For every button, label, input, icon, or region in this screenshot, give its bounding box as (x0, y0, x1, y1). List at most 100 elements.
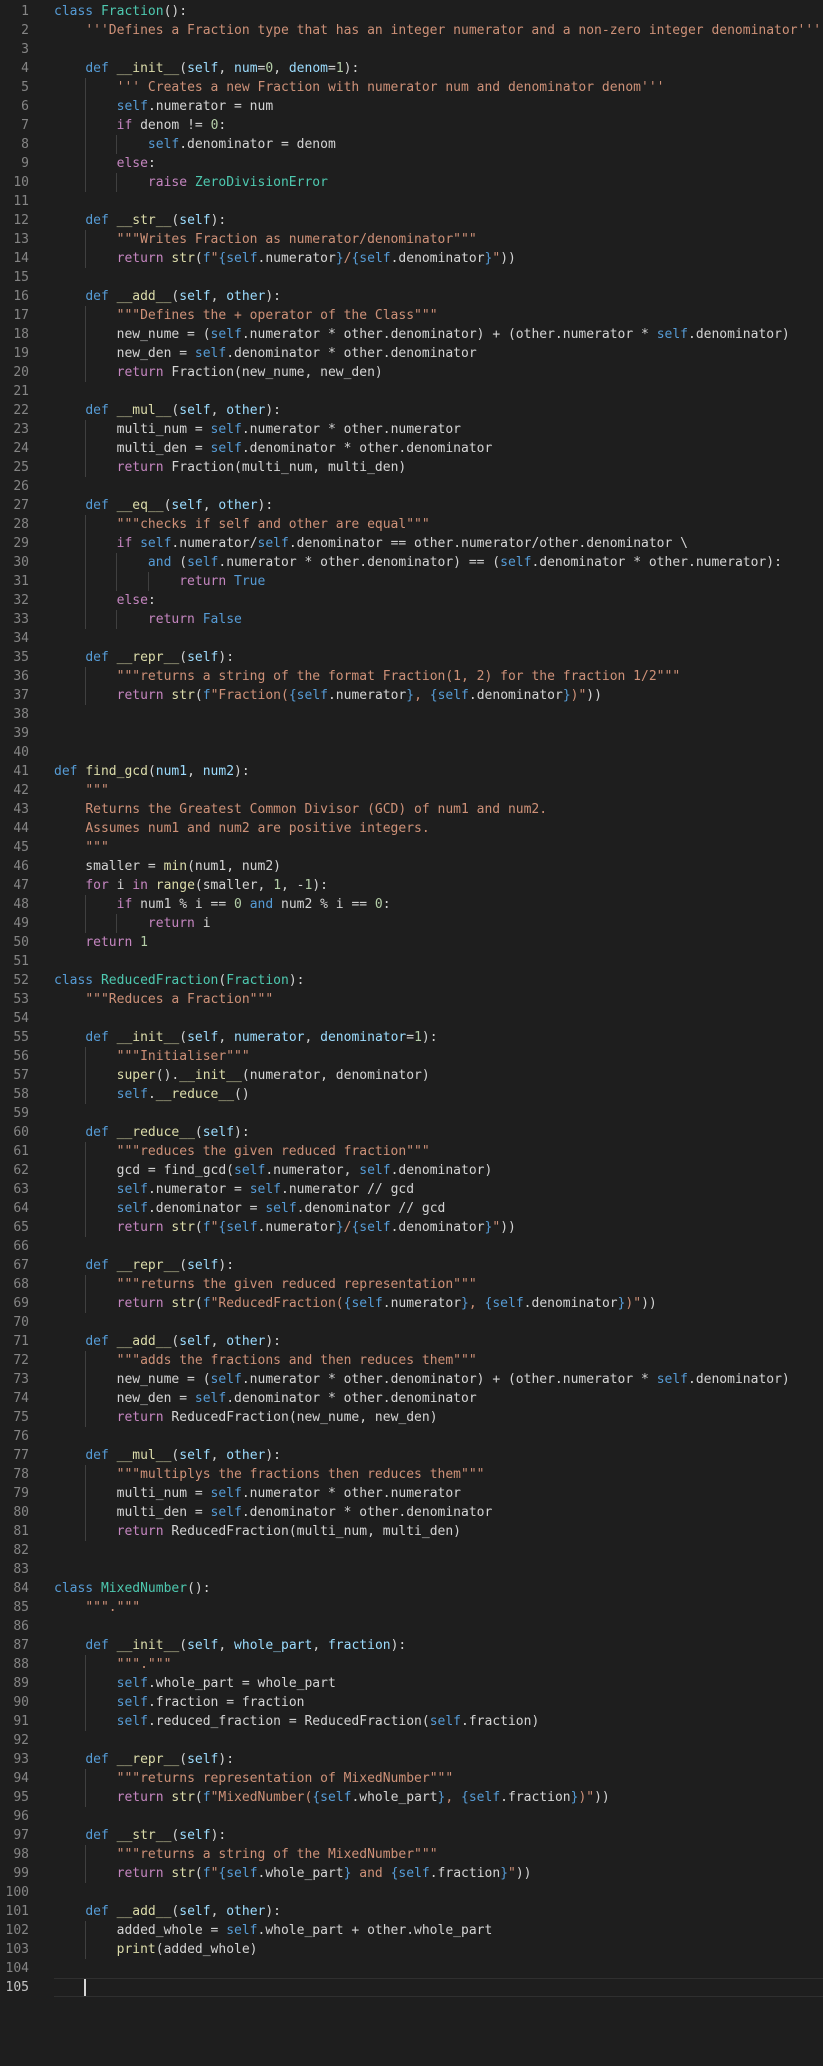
code-line[interactable]: 30 and (self.numerator * other.denominat… (0, 553, 823, 572)
code-line[interactable]: 58 self.__reduce__() (0, 1085, 823, 1104)
code-line[interactable]: 95 return str(f"MixedNumber({self.whole_… (0, 1788, 823, 1807)
code-line[interactable]: 50 return 1 (0, 933, 823, 952)
code-line[interactable]: 92 (0, 1731, 823, 1750)
code-line[interactable]: 15 (0, 268, 823, 287)
code-line[interactable]: 48 if num1 % i == 0 and num2 % i == 0: (0, 895, 823, 914)
code-line[interactable]: 54 (0, 1009, 823, 1028)
code-line[interactable]: 2 '''Defines a Fraction type that has an… (0, 21, 823, 40)
code-line[interactable]: 22 def __mul__(self, other): (0, 401, 823, 420)
code-line[interactable]: 23 multi_num = self.numerator * other.nu… (0, 420, 823, 439)
code-line[interactable]: 17 """Defines the + operator of the Clas… (0, 306, 823, 325)
code-line[interactable]: 25 return Fraction(multi_num, multi_den) (0, 458, 823, 477)
code-line[interactable]: 67 def __repr__(self): (0, 1256, 823, 1275)
code-line[interactable]: 38 (0, 705, 823, 724)
code-line[interactable]: 64 self.denominator = self.denominator /… (0, 1199, 823, 1218)
code-line[interactable]: 62 gcd = find_gcd(self.numerator, self.d… (0, 1161, 823, 1180)
code-line[interactable]: 77 def __mul__(self, other): (0, 1446, 823, 1465)
code-line[interactable]: 56 """Initialiser""" (0, 1047, 823, 1066)
code-line[interactable]: 87 def __init__(self, whole_part, fracti… (0, 1636, 823, 1655)
code-line[interactable]: 32 else: (0, 591, 823, 610)
code-line[interactable]: 105 (0, 1978, 823, 1997)
code-line[interactable]: 99 return str(f"{self.whole_part} and {s… (0, 1864, 823, 1883)
code-line[interactable]: 75 return ReducedFraction(new_nume, new_… (0, 1408, 823, 1427)
code-line[interactable]: 82 (0, 1541, 823, 1560)
code-line[interactable]: 14 return str(f"{self.numerator}/{self.d… (0, 249, 823, 268)
code-line[interactable]: 90 self.fraction = fraction (0, 1693, 823, 1712)
code-line[interactable]: 31 return True (0, 572, 823, 591)
code-line[interactable]: 88 """.""" (0, 1655, 823, 1674)
code-line[interactable]: 98 """returns a string of the MixedNumbe… (0, 1845, 823, 1864)
code-line[interactable]: 66 (0, 1237, 823, 1256)
code-line[interactable]: 3 (0, 40, 823, 59)
code-line[interactable]: 35 def __repr__(self): (0, 648, 823, 667)
code-line[interactable]: 68 """returns the given reduced represen… (0, 1275, 823, 1294)
code-line[interactable]: 72 """adds the fractions and then reduce… (0, 1351, 823, 1370)
code-line[interactable]: 19 new_den = self.denominator * other.de… (0, 344, 823, 363)
code-line[interactable]: 61 """reduces the given reduced fraction… (0, 1142, 823, 1161)
code-line[interactable]: 94 """returns representation of MixedNum… (0, 1769, 823, 1788)
code-line[interactable]: 59 (0, 1104, 823, 1123)
code-line[interactable]: 51 (0, 952, 823, 971)
code-line[interactable]: 18 new_nume = (self.numerator * other.de… (0, 325, 823, 344)
code-line[interactable]: 73 new_nume = (self.numerator * other.de… (0, 1370, 823, 1389)
code-line[interactable]: 55 def __init__(self, numerator, denomin… (0, 1028, 823, 1047)
code-line[interactable]: 46 smaller = min(num1, num2) (0, 857, 823, 876)
code-line[interactable]: 70 (0, 1313, 823, 1332)
code-line[interactable]: 78 """multiplys the fractions then reduc… (0, 1465, 823, 1484)
code-line[interactable]: 57 super().__init__(numerator, denominat… (0, 1066, 823, 1085)
code-line[interactable]: 29 if self.numerator/self.denominator ==… (0, 534, 823, 553)
code-line[interactable]: 76 (0, 1427, 823, 1446)
code-line[interactable]: 20 return Fraction(new_nume, new_den) (0, 363, 823, 382)
code-line[interactable]: 34 (0, 629, 823, 648)
code-line[interactable]: 5 ''' Creates a new Fraction with numera… (0, 78, 823, 97)
code-line[interactable]: 47 for i in range(smaller, 1, -1): (0, 876, 823, 895)
code-line[interactable]: 6 self.numerator = num (0, 97, 823, 116)
code-line[interactable]: 26 (0, 477, 823, 496)
code-line[interactable]: 41 def find_gcd(num1, num2): (0, 762, 823, 781)
code-line[interactable]: 81 return ReducedFraction(multi_num, mul… (0, 1522, 823, 1541)
code-line[interactable]: 28 """checks if self and other are equal… (0, 515, 823, 534)
code-line[interactable]: 42 """ (0, 781, 823, 800)
code-editor[interactable]: 1 class Fraction(): 2 '''Defines a Fractio… (0, 0, 823, 2066)
code-line[interactable]: 10 raise ZeroDivisionError (0, 173, 823, 192)
code-line[interactable]: 1 class Fraction(): (0, 2, 823, 21)
code-line[interactable]: 11 (0, 192, 823, 211)
code-line[interactable]: 4 def __init__(self, num=0, denom=1): (0, 59, 823, 78)
code-line[interactable]: 65 return str(f"{self.numerator}/{self.d… (0, 1218, 823, 1237)
code-line[interactable]: 97 def __str__(self): (0, 1826, 823, 1845)
code-line[interactable]: 69 return str(f"ReducedFraction({self.nu… (0, 1294, 823, 1313)
code-line[interactable]: 24 multi_den = self.denominator * other.… (0, 439, 823, 458)
code-line[interactable]: 33 return False (0, 610, 823, 629)
code-line[interactable]: 89 self.whole_part = whole_part (0, 1674, 823, 1693)
code-line[interactable]: 8 self.denominator = denom (0, 135, 823, 154)
code-line[interactable]: 7 if denom != 0: (0, 116, 823, 135)
code-line[interactable]: 53 """Reduces a Fraction""" (0, 990, 823, 1009)
code-line[interactable]: 85 """.""" (0, 1598, 823, 1617)
code-line[interactable]: 49 return i (0, 914, 823, 933)
code-line[interactable]: 102 added_whole = self.whole_part + othe… (0, 1921, 823, 1940)
code-line[interactable]: 74 new_den = self.denominator * other.de… (0, 1389, 823, 1408)
code-line[interactable]: 13 """Writes Fraction as numerator/denom… (0, 230, 823, 249)
code-line[interactable]: 104 (0, 1959, 823, 1978)
code-line[interactable]: 84 class MixedNumber(): (0, 1579, 823, 1598)
code-line[interactable]: 80 multi_den = self.denominator * other.… (0, 1503, 823, 1522)
code-line[interactable]: 83 (0, 1560, 823, 1579)
code-line[interactable]: 12 def __str__(self): (0, 211, 823, 230)
code-line[interactable]: 21 (0, 382, 823, 401)
code-line[interactable]: 43 Returns the Greatest Common Divisor (… (0, 800, 823, 819)
code-line[interactable]: 100 (0, 1883, 823, 1902)
code-line[interactable]: 37 return str(f"Fraction({self.numerator… (0, 686, 823, 705)
code-line[interactable]: 45 """ (0, 838, 823, 857)
code-line[interactable]: 9 else: (0, 154, 823, 173)
code-line[interactable]: 103 print(added_whole) (0, 1940, 823, 1959)
code-line[interactable]: 52 class ReducedFraction(Fraction): (0, 971, 823, 990)
code-line[interactable]: 86 (0, 1617, 823, 1636)
code-line[interactable]: 91 self.reduced_fraction = ReducedFracti… (0, 1712, 823, 1731)
code-line[interactable]: 63 self.numerator = self.numerator // gc… (0, 1180, 823, 1199)
code-line[interactable]: 79 multi_num = self.numerator * other.nu… (0, 1484, 823, 1503)
code-line[interactable]: 44 Assumes num1 and num2 are positive in… (0, 819, 823, 838)
code-line[interactable]: 36 """returns a string of the format Fra… (0, 667, 823, 686)
code-line[interactable]: 93 def __repr__(self): (0, 1750, 823, 1769)
code-line[interactable]: 71 def __add__(self, other): (0, 1332, 823, 1351)
code-line[interactable]: 39 (0, 724, 823, 743)
